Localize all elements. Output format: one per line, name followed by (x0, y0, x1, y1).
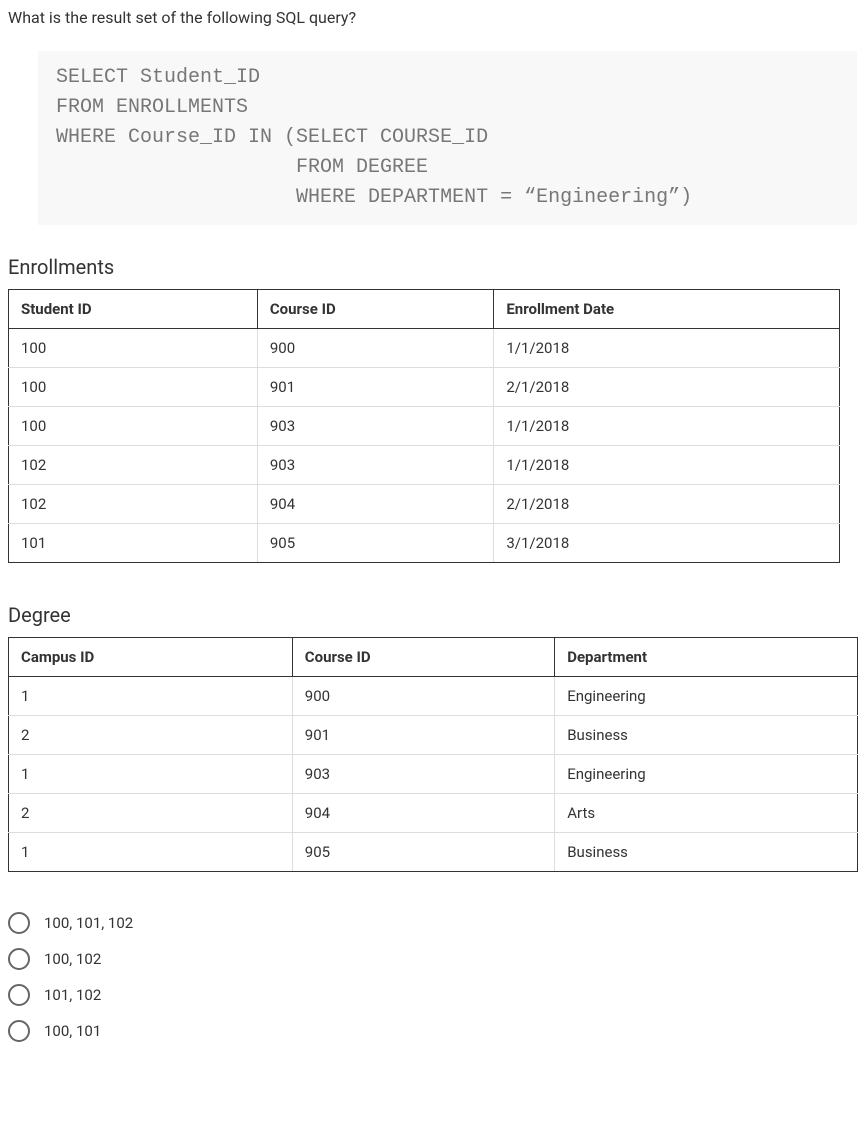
sql-code-block: SELECT Student_ID FROM ENROLLMENTS WHERE… (38, 51, 857, 225)
radio-icon (8, 984, 30, 1006)
col-header: Student ID (9, 290, 258, 329)
cell: Engineering (555, 677, 858, 716)
cell: 903 (257, 446, 494, 485)
option-label: 100, 101 (44, 1022, 101, 1040)
col-header: Department (555, 638, 858, 677)
answer-options: 100, 101, 102 100, 102 101, 102 100, 101 (8, 912, 857, 1042)
table-header-row: Student ID Course ID Enrollment Date (9, 290, 840, 329)
cell: 900 (292, 677, 554, 716)
cell: 901 (292, 716, 554, 755)
table-row: 1029042/1/2018 (9, 485, 840, 524)
cell: 3/1/2018 (494, 524, 840, 563)
cell: 101 (9, 524, 258, 563)
table-row: 1019053/1/2018 (9, 524, 840, 563)
col-header: Campus ID (9, 638, 293, 677)
option-b[interactable]: 100, 102 (8, 948, 857, 970)
cell: 905 (257, 524, 494, 563)
option-d[interactable]: 100, 101 (8, 1020, 857, 1042)
cell: 1 (9, 833, 293, 872)
table-row: 2904Arts (9, 794, 858, 833)
cell: 1 (9, 755, 293, 794)
cell: 1/1/2018 (494, 446, 840, 485)
radio-icon (8, 1020, 30, 1042)
cell: 903 (257, 407, 494, 446)
cell: 2 (9, 716, 293, 755)
cell: 100 (9, 329, 258, 368)
table-row: 1903Engineering (9, 755, 858, 794)
cell: 2/1/2018 (494, 485, 840, 524)
degree-title: Degree (8, 603, 857, 627)
enrollments-title: Enrollments (8, 255, 857, 279)
cell: 904 (292, 794, 554, 833)
cell: 1/1/2018 (494, 329, 840, 368)
table-row: 1900Engineering (9, 677, 858, 716)
cell: 905 (292, 833, 554, 872)
cell: 903 (292, 755, 554, 794)
table-row: 1905Business (9, 833, 858, 872)
cell: 102 (9, 446, 258, 485)
option-label: 101, 102 (44, 986, 101, 1004)
cell: 2 (9, 794, 293, 833)
option-label: 100, 101, 102 (44, 914, 133, 932)
cell: Business (555, 833, 858, 872)
col-header: Course ID (292, 638, 554, 677)
cell: Engineering (555, 755, 858, 794)
option-a[interactable]: 100, 101, 102 (8, 912, 857, 934)
option-c[interactable]: 101, 102 (8, 984, 857, 1006)
table-row: 1029031/1/2018 (9, 446, 840, 485)
table-row: 1009001/1/2018 (9, 329, 840, 368)
degree-table: Campus ID Course ID Department 1900Engin… (8, 637, 858, 872)
radio-icon (8, 948, 30, 970)
enrollments-table: Student ID Course ID Enrollment Date 100… (8, 289, 840, 563)
table-header-row: Campus ID Course ID Department (9, 638, 858, 677)
cell: 2/1/2018 (494, 368, 840, 407)
table-row: 2901Business (9, 716, 858, 755)
question-text: What is the result set of the following … (8, 8, 857, 27)
cell: 900 (257, 329, 494, 368)
cell: 100 (9, 368, 258, 407)
cell: Business (555, 716, 858, 755)
cell: 1/1/2018 (494, 407, 840, 446)
cell: Arts (555, 794, 858, 833)
cell: 100 (9, 407, 258, 446)
col-header: Enrollment Date (494, 290, 840, 329)
table-row: 1009012/1/2018 (9, 368, 840, 407)
cell: 1 (9, 677, 293, 716)
cell: 901 (257, 368, 494, 407)
cell: 102 (9, 485, 258, 524)
option-label: 100, 102 (44, 950, 101, 968)
table-row: 1009031/1/2018 (9, 407, 840, 446)
col-header: Course ID (257, 290, 494, 329)
cell: 904 (257, 485, 494, 524)
radio-icon (8, 912, 30, 934)
